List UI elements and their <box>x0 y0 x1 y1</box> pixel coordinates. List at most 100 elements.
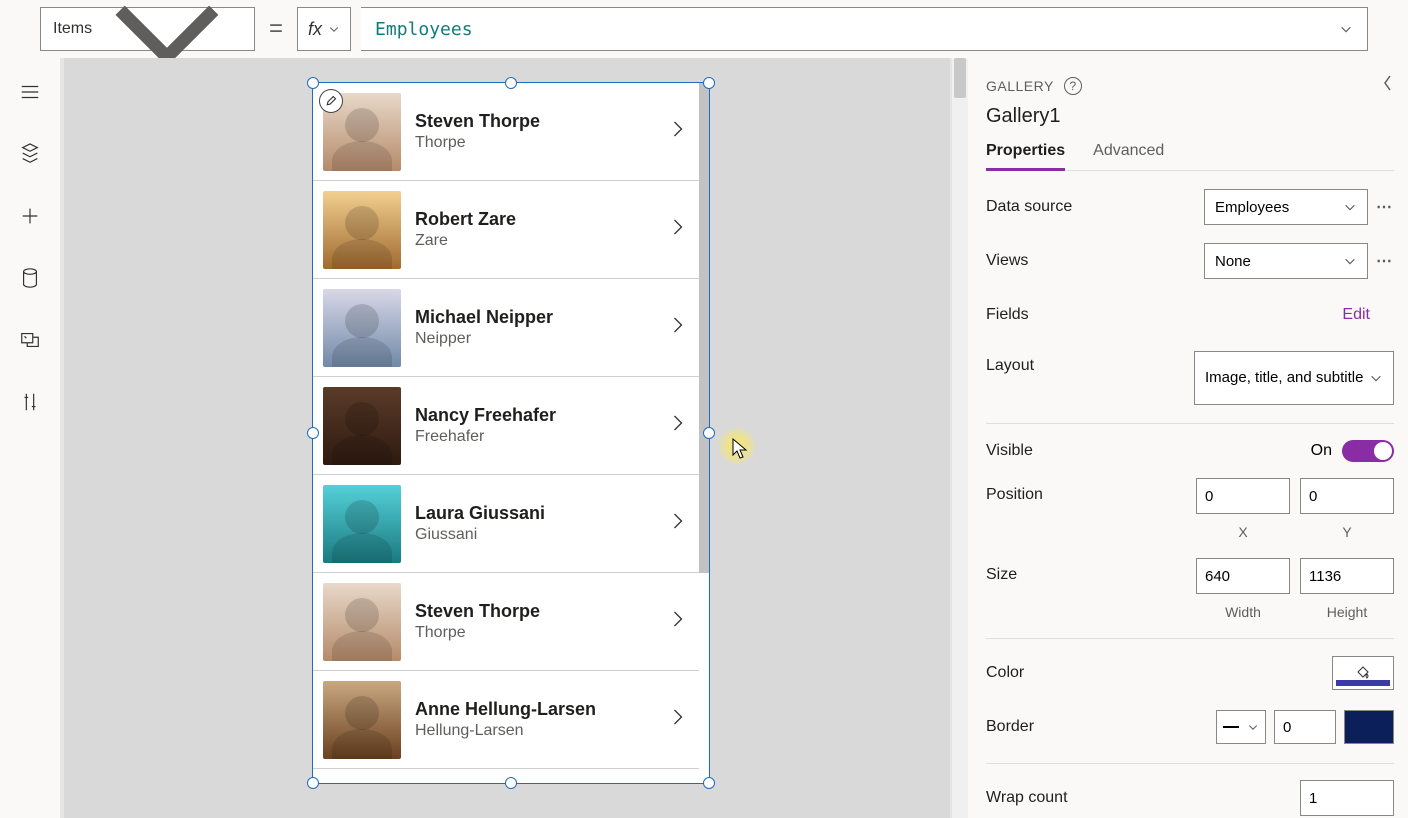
chevron-down-icon <box>1343 200 1357 214</box>
gallery-control[interactable]: Steven Thorpe Thorpe Robert Zare Zare <box>312 82 710 784</box>
chevron-right-icon[interactable] <box>671 412 685 439</box>
chevron-right-icon[interactable] <box>671 510 685 537</box>
gallery-item-title: Nancy Freehafer <box>415 405 657 426</box>
label-fields: Fields <box>986 306 1342 324</box>
chevron-right-icon[interactable] <box>671 216 685 243</box>
layout-value: Image, title, and subtitle <box>1205 368 1363 388</box>
chevron-down-icon <box>1369 371 1383 385</box>
more-options-icon[interactable]: ⋯ <box>1376 251 1394 271</box>
info-icon[interactable]: ? <box>1064 77 1082 95</box>
gallery-item-text: Steven Thorpe Thorpe <box>415 601 657 642</box>
row-layout: Layout Image, title, and subtitle <box>986 351 1394 405</box>
cursor-icon <box>732 438 748 460</box>
gallery-item-text: Nancy Freehafer Freehafer <box>415 405 657 446</box>
size-height-input[interactable] <box>1300 558 1394 594</box>
border-color-swatch[interactable] <box>1344 710 1394 744</box>
avatar <box>323 289 401 367</box>
gallery-item[interactable]: Robert Zare Zare <box>313 181 699 279</box>
tree-view-icon[interactable] <box>18 142 42 166</box>
chevron-right-icon[interactable] <box>671 118 685 145</box>
tools-icon[interactable] <box>18 390 42 414</box>
control-type-label: GALLERY <box>986 78 1054 94</box>
panel-tabs: Properties Advanced <box>986 142 1394 171</box>
insert-icon[interactable] <box>18 204 42 228</box>
data-source-select[interactable]: Employees <box>1204 189 1368 225</box>
fx-label: fx <box>308 19 322 40</box>
gallery-item-title: Michael Neipper <box>415 307 657 328</box>
layout-select[interactable]: Image, title, and subtitle <box>1194 351 1394 405</box>
border-width-input[interactable] <box>1274 710 1336 744</box>
canvas-surface[interactable]: Steven Thorpe Thorpe Robert Zare Zare <box>64 58 950 818</box>
gallery-item-subtitle: Giussani <box>415 526 657 544</box>
position-y-input[interactable] <box>1300 478 1394 514</box>
gallery-scroll-thumb[interactable] <box>699 83 709 573</box>
avatar <box>323 191 401 269</box>
gallery-item[interactable]: Steven Thorpe Thorpe <box>313 83 699 181</box>
position-x-input[interactable] <box>1196 478 1290 514</box>
gallery-item-subtitle: Thorpe <box>415 624 657 642</box>
gallery-item[interactable]: Anne Hellung-Larsen Hellung-Larsen <box>313 671 699 769</box>
row-position: Position X Y <box>986 478 1394 540</box>
row-color: Color <box>986 655 1394 691</box>
label-views: Views <box>986 252 1204 270</box>
properties-panel: GALLERY ? Gallery1 Properties Advanced D… <box>968 58 1408 818</box>
edit-fields-link[interactable]: Edit <box>1342 306 1394 324</box>
border-style-select[interactable] <box>1216 710 1266 744</box>
equals-sign: = <box>269 15 283 43</box>
chevron-right-icon[interactable] <box>671 314 685 341</box>
selection-handle[interactable] <box>703 427 715 439</box>
wrap-count-input[interactable] <box>1300 780 1394 816</box>
selection-handle[interactable] <box>307 777 319 789</box>
gallery-items-container: Steven Thorpe Thorpe Robert Zare Zare <box>313 83 699 783</box>
selection-handle[interactable] <box>307 427 319 439</box>
formula-bar: Items = fx Employees <box>40 7 1368 51</box>
canvas-scroll-thumb[interactable] <box>954 58 966 98</box>
tab-properties[interactable]: Properties <box>986 142 1065 171</box>
height-sublabel: Height <box>1327 604 1367 620</box>
gallery-edit-button[interactable] <box>319 89 343 113</box>
separator <box>986 423 1394 424</box>
avatar <box>323 583 401 661</box>
property-selector[interactable]: Items <box>40 7 255 51</box>
avatar <box>323 485 401 563</box>
label-data-source: Data source <box>986 198 1204 216</box>
formula-input[interactable]: Employees <box>361 7 1368 51</box>
canvas-scrollbar[interactable] <box>952 58 968 818</box>
selection-handle[interactable] <box>505 77 517 89</box>
selection-handle[interactable] <box>505 777 517 789</box>
selection-handle[interactable] <box>307 77 319 89</box>
gallery-item-text: Anne Hellung-Larsen Hellung-Larsen <box>415 699 657 740</box>
label-position: Position <box>986 478 1196 504</box>
chevron-right-icon[interactable] <box>671 706 685 733</box>
views-value: None <box>1215 253 1251 270</box>
panel-header: GALLERY ? <box>986 74 1394 97</box>
visible-toggle[interactable] <box>1342 440 1394 462</box>
more-options-icon[interactable]: ⋯ <box>1376 197 1394 217</box>
expand-panel-icon[interactable] <box>1382 74 1394 97</box>
gallery-item[interactable]: Steven Thorpe Thorpe <box>313 573 699 671</box>
gallery-item[interactable]: Nancy Freehafer Freehafer <box>313 377 699 475</box>
media-icon[interactable] <box>18 328 42 352</box>
data-source-value: Employees <box>1215 199 1289 216</box>
gallery-item-title: Steven Thorpe <box>415 111 657 132</box>
gallery-item[interactable]: Michael Neipper Neipper <box>313 279 699 377</box>
views-select[interactable]: None <box>1204 243 1368 279</box>
formula-text: Employees <box>375 19 473 40</box>
label-size: Size <box>986 558 1196 584</box>
color-picker[interactable] <box>1332 656 1394 690</box>
size-width-input[interactable] <box>1196 558 1290 594</box>
chevron-right-icon[interactable] <box>671 608 685 635</box>
tab-advanced[interactable]: Advanced <box>1093 142 1164 170</box>
left-nav-rail <box>0 58 60 818</box>
gallery-item[interactable]: Laura Giussani Giussani <box>313 475 699 573</box>
hamburger-icon[interactable] <box>18 80 42 104</box>
selection-handle[interactable] <box>703 77 715 89</box>
label-layout: Layout <box>986 351 1194 375</box>
data-icon[interactable] <box>18 266 42 290</box>
selection-handle[interactable] <box>703 777 715 789</box>
gallery-item-text: Robert Zare Zare <box>415 209 657 250</box>
fx-button[interactable]: fx <box>297 7 351 51</box>
x-sublabel: X <box>1238 524 1247 540</box>
row-fields: Fields Edit <box>986 297 1394 333</box>
chevron-down-icon <box>1343 254 1357 268</box>
